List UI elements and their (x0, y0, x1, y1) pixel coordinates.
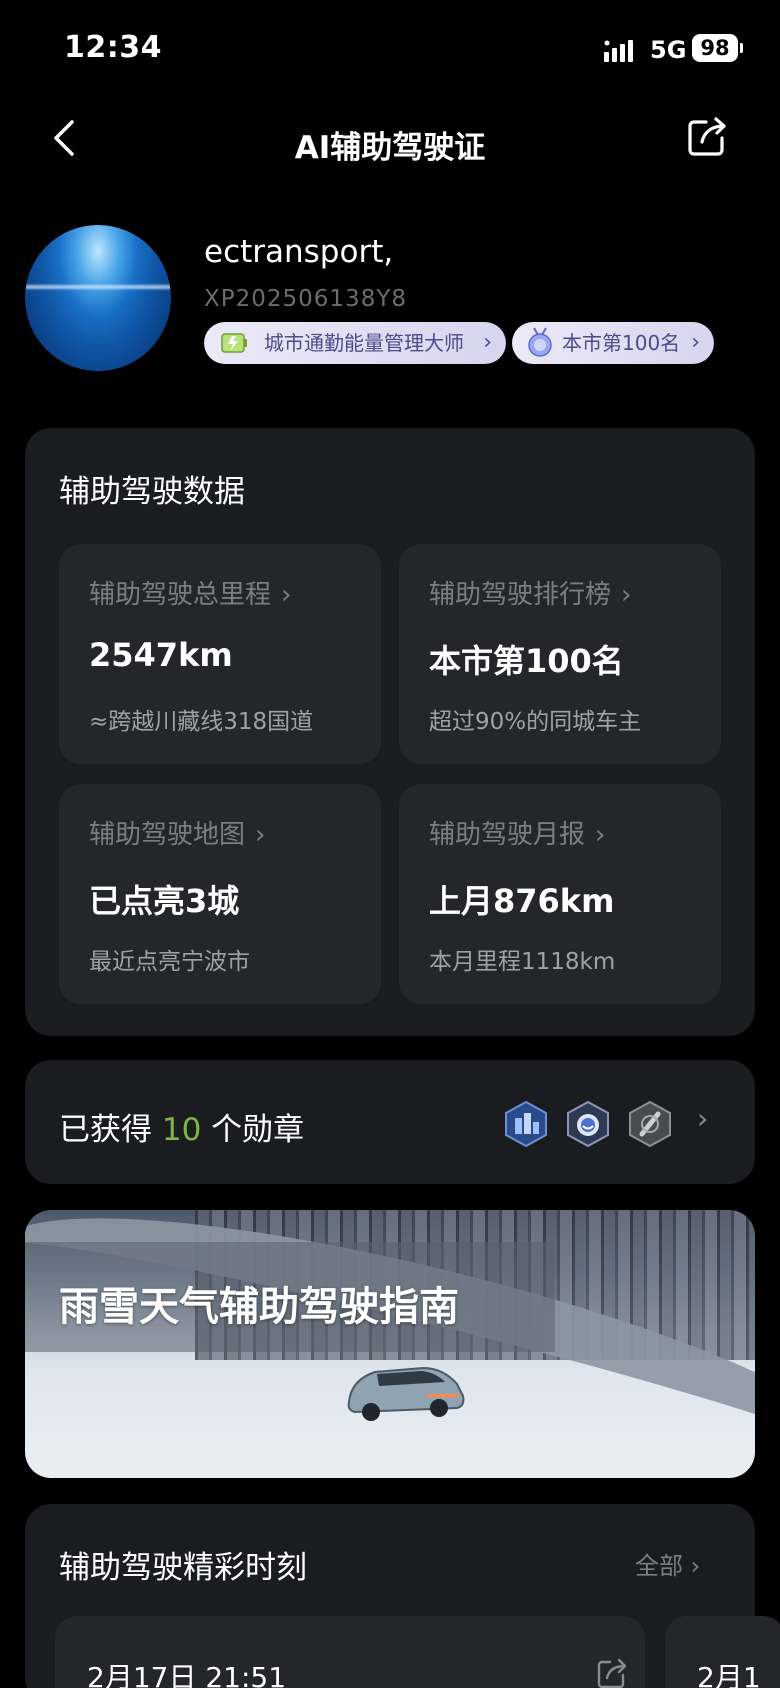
stat-label: 辅助驾驶排行榜 (429, 580, 612, 610)
stat-map[interactable]: 辅助驾驶地图 › 已点亮3城 最近点亮宁波市 (59, 784, 381, 1004)
chevron-right-icon: › (255, 820, 266, 850)
tag-energy-master-label: 城市通勤能量管理大师 (264, 331, 464, 355)
chevron-right-icon: › (483, 330, 492, 355)
medals-count: 10 (161, 1112, 202, 1148)
medals-suffix: 个勋章 (201, 1112, 305, 1148)
stat-value: 已点亮3城 (89, 882, 240, 920)
banner-title: 雨雪天气辅助驾驶指南 (59, 1284, 459, 1330)
stat-monthly-report[interactable]: 辅助驾驶月报 › 上月876km 本月里程1118km (399, 784, 721, 1004)
chevron-right-icon: › (697, 1102, 709, 1135)
stat-subtext: 超过90%的同城车主 (429, 709, 642, 735)
profile-header: ectransport, XP202506138Y8 城市通勤能量管理大师 › … (0, 220, 780, 380)
stat-label: 辅助驾驶总里程 (89, 580, 272, 610)
username: ectransport, (204, 234, 394, 270)
chevron-right-icon: › (595, 820, 606, 850)
moment-card[interactable]: 2月1 (665, 1616, 780, 1688)
share-icon[interactable] (686, 114, 730, 158)
status-bar: 12:34 5G 98 (0, 0, 780, 100)
battery-icon: 98 (692, 34, 738, 62)
chevron-right-icon: › (281, 580, 292, 610)
smile-medal-icon (567, 1100, 609, 1148)
battery-cap (740, 43, 743, 53)
chevron-right-icon: › (621, 580, 632, 610)
moment-time: 2月17日 21:51 (87, 1661, 287, 1688)
battery-badge-icon (221, 333, 247, 353)
rank-medal-icon (528, 327, 552, 357)
stat-leaderboard[interactable]: 辅助驾驶排行榜 › 本市第100名 超过90%的同城车主 (399, 544, 721, 764)
medals-summary: 已获得 10 个勋章 (59, 1104, 304, 1149)
stat-total-mileage[interactable]: 辅助驾驶总里程 › 2547km ≈跨越川藏线318国道 (59, 544, 381, 764)
share-icon[interactable] (595, 1656, 629, 1688)
medals-prefix: 已获得 (59, 1112, 162, 1148)
moment-card[interactable]: 2月17日 21:51 (55, 1616, 645, 1688)
assisted-driving-data-card: 辅助驾驶数据 辅助驾驶总里程 › 2547km ≈跨越川藏线318国道 辅助驾驶排… (25, 428, 755, 1036)
section-title: 辅助驾驶数据 (59, 474, 245, 510)
tag-city-rank[interactable]: 本市第100名 › (512, 322, 714, 364)
stat-value: 本市第100名 (429, 642, 624, 680)
page-title: AI辅助驾驶证 (294, 130, 486, 166)
locked-medal-icon (629, 1100, 671, 1148)
tag-city-rank-label: 本市第100名 (562, 331, 681, 355)
stat-value: 上月876km (429, 882, 615, 920)
nav-bar: AI辅助驾驶证 (0, 100, 780, 180)
car-image (347, 1366, 465, 1421)
snow-weather-guide-banner[interactable]: 雨雪天气辅助驾驶指南 (25, 1210, 755, 1478)
stat-subtext: 最近点亮宁波市 (89, 949, 250, 975)
medals-row[interactable]: 已获得 10 个勋章 › (25, 1060, 755, 1184)
chevron-right-icon: › (691, 330, 700, 355)
stat-label: 辅助驾驶地图 (89, 820, 246, 850)
view-all-link[interactable]: 全部 › (635, 1546, 700, 1581)
section-title: 辅助驾驶精彩时刻 (59, 1550, 307, 1586)
stat-label: 辅助驾驶月报 (429, 820, 586, 850)
signal-icon (604, 40, 633, 62)
stat-subtext: ≈跨越川藏线318国道 (89, 709, 314, 735)
status-time: 12:34 (64, 30, 162, 65)
avatar-horizon (25, 285, 171, 289)
highlight-moments-card: 辅助驾驶精彩时刻 全部 › 2月17日 21:51 2月1 (25, 1504, 780, 1688)
stat-subtext: 本月里程1118km (429, 949, 616, 975)
moment-time: 2月1 (697, 1661, 761, 1688)
network-label: 5G (650, 36, 687, 64)
tag-energy-master[interactable]: 城市通勤能量管理大师 › (204, 322, 506, 364)
avatar[interactable] (25, 225, 171, 371)
license-id: XP202506138Y8 (204, 286, 408, 312)
stat-value: 2547km (89, 636, 233, 674)
city-medal-icon (505, 1100, 547, 1148)
